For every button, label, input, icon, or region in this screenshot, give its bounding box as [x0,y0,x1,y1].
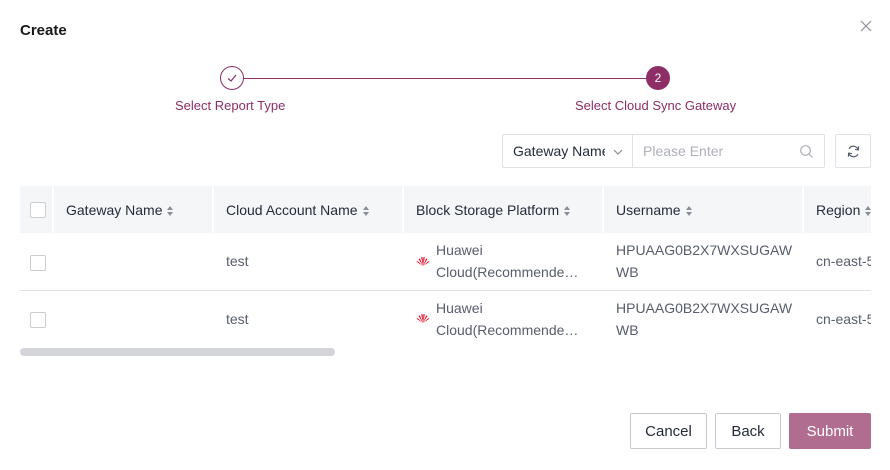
chevron-down-icon [613,149,623,155]
cell-region: cn-east-5 [816,310,871,327]
platform-name-line-1: Huawei [436,242,483,259]
table-row[interactable]: test Huawei Cloud(Recommended,... HPUAAG… [20,233,871,290]
column-header-region[interactable]: Region [804,186,871,233]
sort-icon[interactable] [685,205,693,217]
row-checkbox[interactable] [30,254,46,271]
platform-name-line-2: Cloud(Recommended,... [436,264,586,281]
submit-button[interactable]: Submit [789,413,871,449]
table-row[interactable]: test Huawei Cloud(Recommended,... HPUAAG… [20,290,871,347]
check-icon [227,74,237,82]
huawei-logo-icon [416,314,430,323]
step-2-node: 2 [646,66,670,90]
platform-name-line-2: Cloud(Recommended,... [436,321,586,338]
cell-gateway-name [54,290,214,347]
step-1-node [220,66,244,90]
username-text: HPUAAG0B2X7WXSUGAWWB [616,299,793,338]
cell-block-storage-platform: Huawei Cloud(Recommended,... [404,233,604,290]
table-header-row: Gateway Name Cloud Account Name Block St… [20,186,871,233]
search-field-select[interactable]: Gateway Name [502,134,632,168]
step-1-label: Select Report Type [175,98,286,113]
select-all-checkbox[interactable] [30,202,46,219]
username-text: HPUAAG0B2X7WXSUGAWWB [616,242,793,281]
refresh-button[interactable] [835,134,871,168]
sort-icon[interactable] [563,205,571,217]
refresh-icon [847,145,859,157]
dialog-title: Create [20,22,67,39]
huawei-logo-icon [416,256,430,266]
close-icon[interactable] [858,18,874,34]
cell-username: HPUAAG0B2X7WXSUGAWWB [604,233,804,290]
search-icon[interactable] [799,144,814,159]
column-header-block-storage-platform[interactable]: Block Storage Platform [404,186,604,233]
row-checkbox[interactable] [30,311,46,328]
step-2-label: Select Cloud Sync Gateway [575,98,737,113]
cell-cloud-account-name: test [226,310,249,327]
cell-region: cn-east-5 [816,253,871,270]
gateway-table: Gateway Name Cloud Account Name Block St… [20,186,871,347]
sort-icon[interactable] [864,205,871,217]
search-input[interactable] [633,135,783,167]
search-box [632,134,825,168]
column-header-username[interactable]: Username [604,186,804,233]
platform-name-line-1: Huawei [436,299,483,316]
sort-icon[interactable] [362,205,370,217]
cancel-button[interactable]: Cancel [630,413,707,449]
cell-cloud-account-name: test [226,253,249,270]
sort-icon[interactable] [166,205,174,217]
search-field-value: Gateway Name [513,143,605,159]
cell-block-storage-platform: Huawei Cloud(Recommended,... [404,290,604,347]
horizontal-scrollbar-thumb[interactable] [20,348,335,356]
cell-username: HPUAAG0B2X7WXSUGAWWB [604,290,804,347]
back-button[interactable]: Back [715,413,781,449]
step-connector [243,78,646,79]
cell-gateway-name [54,233,214,290]
column-header-cloud-account-name[interactable]: Cloud Account Name [214,186,404,233]
column-header-gateway-name[interactable]: Gateway Name [54,186,214,233]
